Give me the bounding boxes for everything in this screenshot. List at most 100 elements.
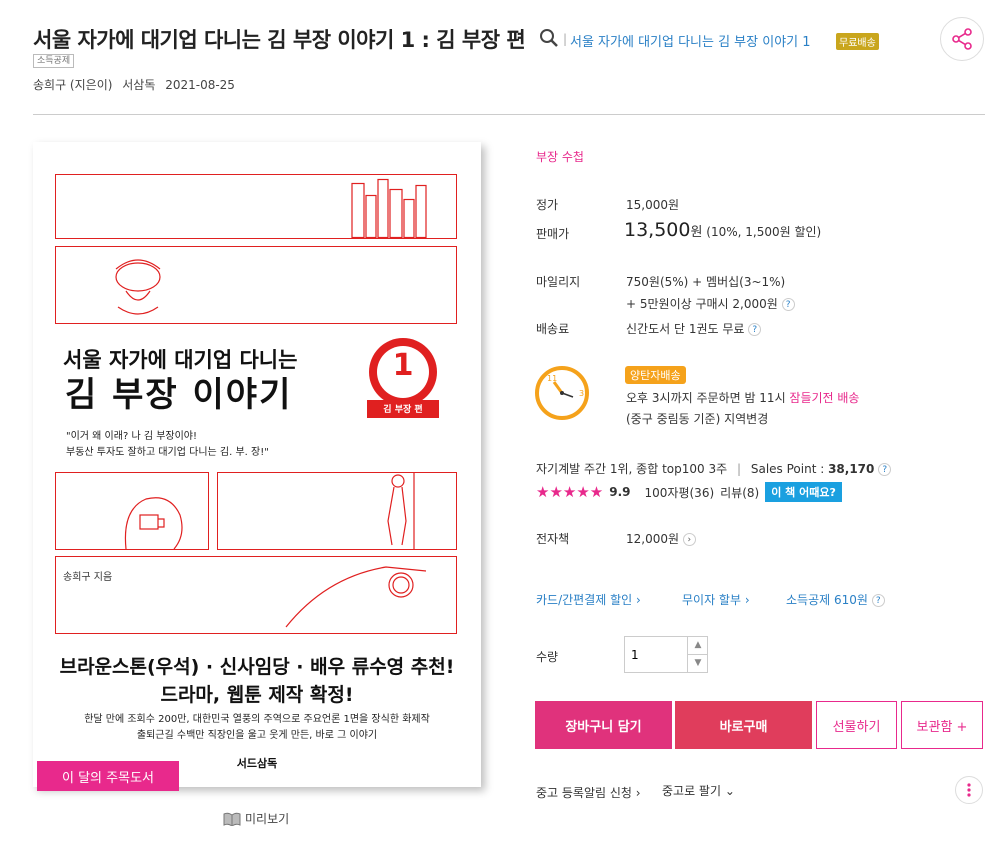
desc-line: 출퇴근길 수백만 직장인을 울고 웃게 만든, 바로 그 이야기 bbox=[136, 730, 378, 741]
page-title: 서울 자가에 대기업 다니는 김 부장 이야기 1 : 김 부장 편 bbox=[33, 28, 526, 52]
rating-row: ★★★★★ 9.9 100자평(36) 리뷰(8) 이 책 어때요? bbox=[536, 482, 842, 502]
review-100-link[interactable]: 100자평(36) bbox=[645, 484, 715, 501]
gift-button[interactable]: 선물하기 bbox=[816, 701, 897, 749]
seal-number: 1 bbox=[392, 348, 414, 383]
divider bbox=[33, 114, 985, 115]
cover-promo-line2: 드라마, 웹툰 제작 확정! bbox=[160, 684, 354, 706]
tax-deduction-tag: 소득공제 bbox=[33, 54, 75, 68]
sale-price-label: 판매가 bbox=[536, 227, 570, 241]
preview-label: 미리보기 bbox=[245, 812, 290, 826]
keep-button[interactable]: 보관함 + bbox=[901, 701, 983, 749]
share-icon bbox=[952, 28, 972, 50]
volume-seal: 1 김 부장 편 bbox=[363, 334, 443, 426]
how-is-book-button[interactable]: 이 책 어때요? bbox=[765, 482, 842, 502]
cover-title-line2: 김 부장 이야기 bbox=[65, 375, 293, 415]
mileage-line2: + 5만원이상 구매시 2,000원 bbox=[626, 297, 778, 311]
share-button[interactable] bbox=[940, 17, 984, 61]
pub-date: 2021-08-25 bbox=[165, 78, 235, 92]
list-price: 15,000원 bbox=[626, 198, 680, 212]
series-link[interactable]: 서울 자가에 대기업 다니는 김 부장 이야기 1 bbox=[570, 31, 811, 50]
book-meta: 송희구 (지은이) 서삼독 2021-08-25 bbox=[33, 76, 241, 93]
separator: | bbox=[736, 462, 742, 476]
discount: (10%, 1,500원 할인) bbox=[706, 225, 822, 239]
sale-price-row: 13,500원 (10%, 1,500원 할인) bbox=[624, 219, 821, 241]
seal-label: 김 부장 편 bbox=[383, 405, 423, 415]
cover-panel bbox=[217, 472, 457, 550]
help-icon[interactable]: ? bbox=[871, 594, 885, 607]
ebook-label: 전자책 bbox=[536, 532, 570, 546]
cover-promo-line1: 브라운스톤(우석) · 신사임당 · 배우 류수영 추천! bbox=[59, 656, 455, 678]
author-link[interactable]: 송희구 (지은이) bbox=[33, 78, 112, 92]
used-alert-label: 중고 등록알림 신청 bbox=[536, 786, 632, 800]
delivery-text: 오후 3시까지 주문하면 밤 11시 bbox=[626, 391, 790, 405]
cover-quote: "이거 왜 이래? 나 김 부장이야! 부동산 투자도 잘하고 대기업 다니는 … bbox=[66, 429, 269, 461]
more-options-button[interactable] bbox=[955, 776, 983, 804]
quote-line: 부동산 투자도 잘하고 대기업 다니는 김. 부. 장!" bbox=[66, 447, 269, 458]
shipping-label: 배송료 bbox=[536, 322, 570, 336]
review-link[interactable]: 리뷰(8) bbox=[720, 484, 759, 501]
ebook-row[interactable]: 12,000원 › bbox=[626, 530, 696, 547]
increment-button[interactable]: ▲ bbox=[687, 637, 708, 655]
sale-price: 13,500 bbox=[624, 219, 691, 241]
mileage-line1: 750원(5%) + 멤버십(3~1%) bbox=[626, 275, 786, 289]
rank-text[interactable]: 자기계발 주간 1위, 종합 top100 3주 bbox=[536, 462, 727, 476]
quantity-label: 수량 bbox=[536, 650, 559, 664]
separator: | bbox=[563, 32, 568, 46]
used-alert-link[interactable]: 중고 등록알림 신청 › bbox=[536, 784, 641, 801]
card-discount-label: 카드/간편결제 할인 bbox=[536, 593, 633, 607]
mileage-label: 마일리지 bbox=[536, 275, 581, 289]
decrement-button[interactable]: ▼ bbox=[687, 654, 708, 672]
publisher-link[interactable]: 서삼독 bbox=[122, 78, 155, 92]
category-link[interactable]: 부장 수첩 bbox=[536, 148, 584, 165]
buy-now-button[interactable]: 바로구매 bbox=[675, 701, 812, 749]
sale-price-unit: 원 bbox=[690, 225, 703, 240]
installment-link[interactable]: 무이자 할부 › bbox=[682, 591, 750, 608]
rating-stars: ★★★★★ bbox=[536, 483, 604, 501]
cover-panel bbox=[55, 174, 457, 239]
list-price-label: 정가 bbox=[536, 198, 559, 212]
quantity-input[interactable] bbox=[625, 637, 687, 672]
cover-panel bbox=[55, 556, 457, 634]
help-icon[interactable]: ? bbox=[878, 463, 892, 476]
book-icon bbox=[223, 812, 241, 826]
month-featured-badge: 이 달의 주목도서 bbox=[37, 761, 179, 791]
sales-point: 38,170 bbox=[828, 462, 875, 476]
delivery-line2: (중구 중림동 기준) 지역변경 bbox=[626, 410, 768, 427]
delivery-line1: 오후 3시까지 주문하면 밤 11시 잠들기전 배송 bbox=[626, 389, 859, 406]
chevron-right-icon[interactable]: › bbox=[682, 533, 696, 546]
cover-panel bbox=[55, 472, 209, 550]
clock-label-3: 3 bbox=[579, 389, 585, 398]
cover-description: 한달 만에 조회수 200만, 대한민국 열풍의 주역으로 주요언론 1면을 장… bbox=[33, 712, 481, 744]
free-shipping-badge: 무료배송 bbox=[836, 33, 879, 50]
change-region-link[interactable]: 지역변경 bbox=[724, 412, 768, 426]
tax-deduction-row: 소득공제 610원 ? bbox=[786, 591, 885, 608]
rating-score: 9.9 bbox=[609, 485, 631, 499]
delivery-area: (중구 중림동 기준) bbox=[626, 412, 725, 426]
delivery-badge: 양탄자배송 bbox=[625, 366, 686, 384]
cover-panel bbox=[55, 246, 457, 324]
shipping-row: 신간도서 단 1권도 무료 ? bbox=[626, 320, 762, 337]
sell-used-label: 중고로 팔기 bbox=[662, 784, 722, 798]
tax-deduction-text: 소득공제 610원 bbox=[786, 593, 868, 607]
sales-point-label: Sales Point : bbox=[750, 462, 829, 476]
book-cover[interactable]: 서울 자가에 대기업 다니는 김 부장 이야기 1 김 부장 편 "이거 왜 이… bbox=[33, 142, 481, 787]
ebook-price[interactable]: 12,000원 bbox=[626, 532, 679, 546]
bedtime-delivery-link[interactable]: 잠들기전 배송 bbox=[789, 391, 859, 405]
help-icon[interactable]: ? bbox=[748, 323, 762, 336]
card-discount-link[interactable]: 카드/간편결제 할인 › bbox=[536, 591, 641, 608]
desc-line: 한달 만에 조회수 200만, 대한민국 열풍의 주역으로 주요언론 1면을 장… bbox=[84, 714, 430, 725]
sell-used-dropdown[interactable]: 중고로 팔기 ⌄ bbox=[662, 782, 735, 799]
clock-label-11: 11 bbox=[547, 374, 558, 383]
quote-line: "이거 왜 이래? 나 김 부장이야! bbox=[66, 431, 198, 442]
delivery-clock-icon: 11 3 bbox=[533, 364, 591, 422]
cover-author: 송희구 지음 bbox=[63, 572, 113, 583]
shipping-text: 신간도서 단 1권도 무료 bbox=[626, 322, 745, 336]
preview-button[interactable]: 미리보기 bbox=[223, 810, 289, 827]
help-icon[interactable]: ? bbox=[781, 298, 795, 311]
installment-label: 무이자 할부 bbox=[682, 593, 742, 607]
quantity-stepper: ▲ ▼ bbox=[624, 636, 708, 673]
search-icon[interactable] bbox=[539, 28, 559, 48]
mileage-line2-row: + 5만원이상 구매시 2,000원 ? bbox=[626, 295, 795, 312]
add-to-cart-button[interactable]: 장바구니 담기 bbox=[535, 701, 672, 749]
more-vertical-icon bbox=[967, 783, 971, 797]
